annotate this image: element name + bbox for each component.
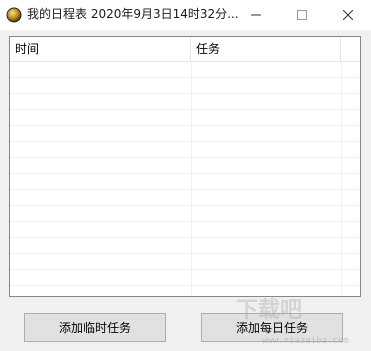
minimize-button[interactable] <box>233 0 279 30</box>
close-button[interactable] <box>325 0 371 30</box>
watermark-logo: 下载吧 <box>236 298 303 323</box>
column-header-time[interactable]: 时间 <box>10 37 191 61</box>
column-header-task[interactable]: 任务 <box>191 37 341 61</box>
maximize-icon <box>297 10 307 20</box>
close-icon <box>343 10 353 20</box>
watermark-url: www.xiazaiba.com <box>262 336 349 346</box>
add-temporary-task-button[interactable]: 添加临时任务 <box>24 313 166 342</box>
list-header: 时间 任务 <box>10 37 360 62</box>
window-title: 我的日程表 2020年9月3日14时32分... <box>27 7 239 21</box>
schedule-list[interactable]: 时间 任务 <box>9 36 361 297</box>
column-divider <box>191 62 192 296</box>
app-icon <box>6 7 22 23</box>
minimize-icon <box>251 14 261 16</box>
list-gridlines <box>10 62 360 296</box>
column-divider <box>341 62 342 296</box>
title-bar: 我的日程表 2020年9月3日14时32分... <box>0 0 371 30</box>
maximize-button[interactable] <box>279 0 325 30</box>
